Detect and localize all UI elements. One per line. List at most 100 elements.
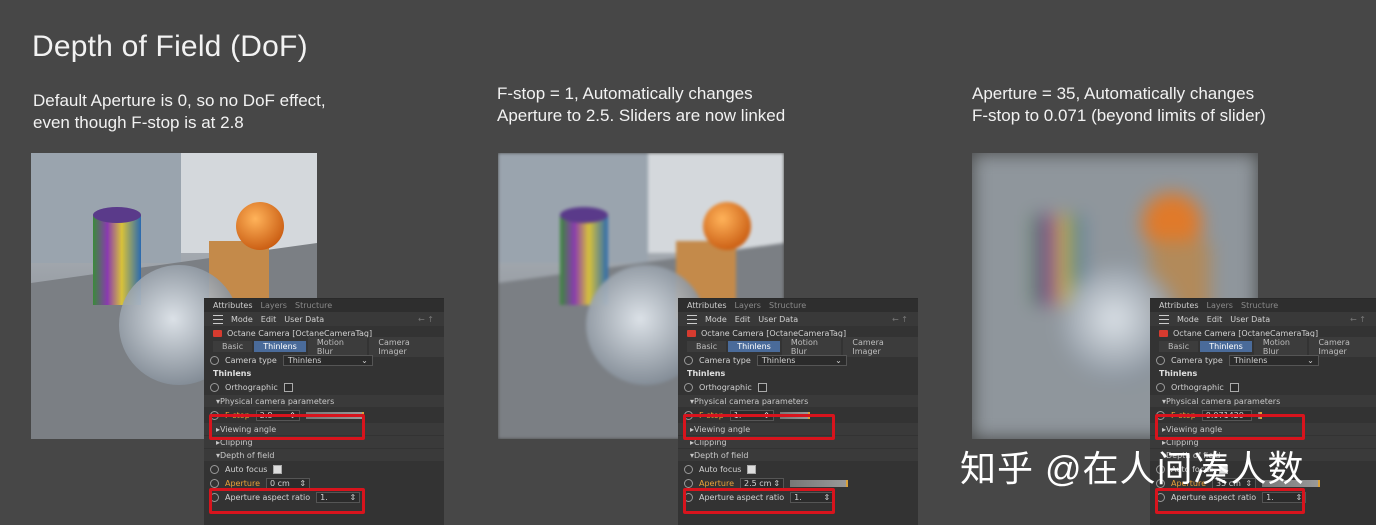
hamburger-icon[interactable]: [213, 314, 223, 324]
aperture-field[interactable]: 0 cm ⇕: [266, 477, 311, 489]
sub-tabs: Basic Thinlens Motion Blur Camera Imager: [204, 336, 444, 357]
menu-user-data[interactable]: User Data: [758, 315, 798, 324]
animate-radio-icon[interactable]: [1156, 355, 1165, 365]
animate-radio-icon[interactable]: [1156, 382, 1165, 392]
tab-thinlens[interactable]: Thinlens: [254, 341, 306, 352]
camera-type-select[interactable]: Thinlens ⌄: [756, 354, 847, 366]
group-label: Physical camera parameters: [1166, 396, 1281, 406]
menu-mode[interactable]: Mode: [231, 315, 253, 324]
menu-user-data[interactable]: User Data: [1230, 315, 1270, 324]
tab-motion-blur[interactable]: Motion Blur: [781, 336, 842, 357]
group-label: Physical camera parameters: [220, 396, 335, 406]
animate-radio-icon[interactable]: [684, 355, 693, 365]
hamburger-icon[interactable]: [1159, 314, 1169, 324]
menu-user-data[interactable]: User Data: [284, 315, 324, 324]
orthographic-label: Orthographic: [699, 382, 752, 392]
panel-tabs: Attributes Layers Structure: [1150, 299, 1376, 312]
orthographic-checkbox[interactable]: [283, 382, 293, 392]
watermark: 知乎 @在人间凑人数: [960, 448, 1305, 489]
tab-layers[interactable]: Layers: [261, 301, 287, 310]
highlight-fstop-1: [209, 414, 365, 440]
group-physical-camera[interactable]: ▾ Physical camera parameters: [204, 395, 444, 407]
animate-radio-icon[interactable]: [684, 464, 693, 474]
camera-tag-icon: [1159, 329, 1168, 337]
group-depth-of-field[interactable]: ▾ Depth of field: [678, 449, 918, 461]
group-label: Depth of field: [694, 450, 749, 460]
animate-radio-icon[interactable]: [210, 382, 219, 392]
menu-edit[interactable]: Edit: [261, 315, 277, 324]
section-heading: Thinlens: [687, 369, 726, 378]
section-heading: Thinlens: [213, 369, 252, 378]
group-label: Physical camera parameters: [694, 396, 809, 406]
camera-type-label: Camera type: [225, 355, 277, 365]
animate-radio-icon[interactable]: [684, 478, 693, 488]
tab-layers[interactable]: Layers: [735, 301, 761, 310]
panel-menu-bar: Mode Edit User Data ← ↑: [1150, 312, 1376, 326]
orthographic-row: Orthographic: [678, 380, 918, 394]
aperture-field[interactable]: 2.5 cm ⇕: [740, 477, 785, 489]
aperture-label: Aperture: [225, 478, 261, 488]
tab-basic[interactable]: Basic: [213, 341, 253, 352]
highlight-aperture-1: [209, 488, 365, 514]
camera-tag-icon: [687, 329, 696, 337]
highlight-fstop-3: [1155, 414, 1305, 440]
caption-fstop: F-stop = 1, Automatically changes Apertu…: [497, 84, 786, 125]
group-depth-of-field[interactable]: ▾ Depth of field: [204, 449, 444, 461]
hamburger-icon[interactable]: [687, 314, 697, 324]
camera-type-value: Thinlens: [1233, 355, 1268, 365]
chevron-down-icon: ⌄: [1307, 355, 1314, 365]
orthographic-row: Orthographic: [1150, 380, 1376, 394]
auto-focus-row: Auto focus: [678, 462, 918, 476]
section-heading: Thinlens: [1159, 369, 1198, 378]
auto-focus-checkbox[interactable]: [747, 464, 757, 474]
aperture-value: 2.5 cm: [744, 478, 772, 488]
tab-structure[interactable]: Structure: [1241, 301, 1278, 310]
back-arrow-icon[interactable]: ← ↑: [1350, 315, 1366, 324]
aperture-slider[interactable]: [790, 479, 849, 487]
animate-radio-icon[interactable]: [210, 478, 219, 488]
tab-structure[interactable]: Structure: [295, 301, 332, 310]
orthographic-checkbox[interactable]: [757, 382, 767, 392]
animate-radio-icon[interactable]: [210, 464, 219, 474]
camera-type-select[interactable]: Thinlens ⌄: [1228, 354, 1319, 366]
back-arrow-icon[interactable]: ← ↑: [892, 315, 908, 324]
tab-attributes[interactable]: Attributes: [1159, 301, 1199, 310]
tab-motion-blur[interactable]: Motion Blur: [307, 336, 368, 357]
chevron-down-icon: ⌄: [835, 355, 842, 365]
tab-camera-imager[interactable]: Camera Imager: [1309, 336, 1376, 357]
menu-mode[interactable]: Mode: [1177, 315, 1199, 324]
animate-radio-icon[interactable]: [210, 355, 219, 365]
menu-edit[interactable]: Edit: [735, 315, 751, 324]
auto-focus-row: Auto focus: [204, 462, 444, 476]
tab-thinlens[interactable]: Thinlens: [1200, 341, 1252, 352]
caption-default: Default Aperture is 0, so no DoF effect,…: [33, 91, 326, 132]
group-physical-camera[interactable]: ▾ Physical camera parameters: [1150, 395, 1376, 407]
tab-motion-blur[interactable]: Motion Blur: [1253, 336, 1308, 357]
tab-layers[interactable]: Layers: [1207, 301, 1233, 310]
sub-tabs: Basic Thinlens Motion Blur Camera Imager: [678, 336, 918, 357]
tab-attributes[interactable]: Attributes: [213, 301, 253, 310]
menu-edit[interactable]: Edit: [1207, 315, 1223, 324]
camera-type-select[interactable]: Thinlens ⌄: [282, 354, 373, 366]
orthographic-checkbox[interactable]: [1229, 382, 1239, 392]
camera-type-value: Thinlens: [287, 355, 322, 365]
camera-tag-icon: [213, 329, 222, 337]
auto-focus-checkbox[interactable]: [273, 464, 283, 474]
back-arrow-icon[interactable]: ← ↑: [418, 315, 434, 324]
highlight-fstop-2: [683, 414, 835, 440]
page-title: Depth of Field (DoF): [32, 30, 308, 63]
tab-camera-imager[interactable]: Camera Imager: [369, 336, 444, 357]
sub-tabs: Basic Thinlens Motion Blur Camera Imager: [1150, 336, 1376, 357]
menu-mode[interactable]: Mode: [705, 315, 727, 324]
aperture-label: Aperture: [699, 478, 735, 488]
animate-radio-icon[interactable]: [684, 382, 693, 392]
tab-attributes[interactable]: Attributes: [687, 301, 727, 310]
auto-focus-label: Auto focus: [225, 464, 268, 474]
tab-basic[interactable]: Basic: [1159, 341, 1199, 352]
tab-structure[interactable]: Structure: [769, 301, 806, 310]
panel-menu-bar: Mode Edit User Data ← ↑: [678, 312, 918, 326]
tab-basic[interactable]: Basic: [687, 341, 727, 352]
group-physical-camera[interactable]: ▾ Physical camera parameters: [678, 395, 918, 407]
tab-camera-imager[interactable]: Camera Imager: [843, 336, 918, 357]
tab-thinlens[interactable]: Thinlens: [728, 341, 780, 352]
